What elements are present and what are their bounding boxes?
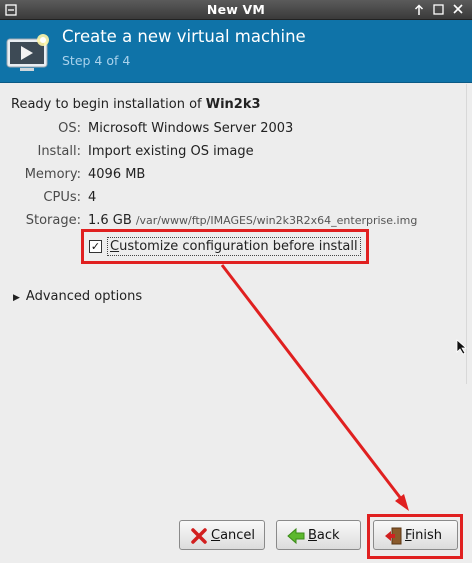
back-label: Back: [308, 528, 340, 543]
finish-label-rest: inish: [411, 528, 443, 543]
cancel-label-rest: ancel: [220, 528, 256, 543]
finish-label: Finish: [405, 528, 442, 543]
mnemonic-b: B: [308, 528, 317, 543]
finish-button[interactable]: Finish: [373, 520, 458, 550]
mnemonic-c: C: [211, 528, 221, 543]
back-label-rest: ack: [316, 528, 340, 543]
cancel-x-icon: [190, 527, 208, 545]
annotation-arrow: [220, 264, 409, 511]
back-arrow-icon: [287, 527, 305, 545]
cancel-button[interactable]: Cancel: [179, 520, 265, 550]
finish-door-icon: [384, 527, 402, 545]
cancel-label: Cancel: [211, 528, 255, 543]
back-button[interactable]: Back: [276, 520, 361, 550]
mouse-cursor-icon: [456, 339, 470, 359]
